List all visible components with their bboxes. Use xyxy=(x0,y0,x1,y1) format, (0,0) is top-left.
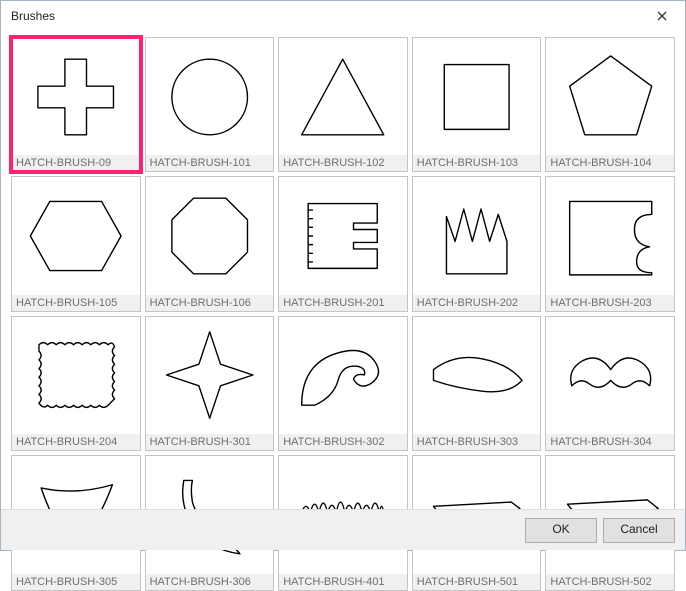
swirl-icon xyxy=(284,321,401,429)
brush-item[interactable]: HATCH-BRUSH-303 xyxy=(412,316,542,451)
grass-icon xyxy=(418,182,535,290)
brush-thumb xyxy=(413,38,541,155)
brush-label: HATCH-BRUSH-306 xyxy=(146,574,274,590)
cancel-button[interactable]: Cancel xyxy=(603,518,675,543)
brush-label: HATCH-BRUSH-101 xyxy=(146,155,274,171)
octagon-icon xyxy=(151,182,268,290)
hexagon-icon xyxy=(17,182,134,290)
brush-item[interactable]: HATCH-BRUSH-106 xyxy=(145,176,275,311)
bite-icon xyxy=(552,182,669,290)
brush-label: HATCH-BRUSH-105 xyxy=(12,295,140,311)
brush-label: HATCH-BRUSH-304 xyxy=(546,434,674,450)
brush-item[interactable]: HATCH-BRUSH-09 xyxy=(11,37,141,172)
brush-item[interactable]: HATCH-BRUSH-104 xyxy=(545,37,675,172)
brush-thumb xyxy=(279,177,407,294)
brush-label: HATCH-BRUSH-202 xyxy=(413,295,541,311)
titlebar: Brushes xyxy=(1,1,685,31)
ok-button[interactable]: OK xyxy=(525,518,597,543)
brush-label: HATCH-BRUSH-103 xyxy=(413,155,541,171)
star4-icon xyxy=(151,321,268,429)
smear-icon xyxy=(418,321,535,429)
brush-thumb xyxy=(413,177,541,294)
brush-item[interactable]: HATCH-BRUSH-101 xyxy=(145,37,275,172)
brush-label: HATCH-BRUSH-302 xyxy=(279,434,407,450)
brush-thumb xyxy=(546,317,674,434)
brush-thumb xyxy=(546,38,674,155)
brush-grid: HATCH-BRUSH-09 HATCH-BRUSH-101 HATCH-BRUSH… xyxy=(11,37,675,506)
stamp-icon xyxy=(17,321,134,429)
brush-thumb xyxy=(146,177,274,294)
brush-label: HATCH-BRUSH-501 xyxy=(413,574,541,590)
brush-item[interactable]: HATCH-BRUSH-204 xyxy=(11,316,141,451)
brush-thumb xyxy=(146,317,274,434)
brush-thumb xyxy=(12,38,140,155)
brush-label: HATCH-BRUSH-502 xyxy=(546,574,674,590)
brush-item[interactable]: HATCH-BRUSH-301 xyxy=(145,316,275,451)
square-icon xyxy=(418,43,535,151)
brush-label: HATCH-BRUSH-303 xyxy=(413,434,541,450)
brush-thumb xyxy=(413,317,541,434)
plus-icon xyxy=(17,43,134,151)
brush-label: HATCH-BRUSH-401 xyxy=(279,574,407,590)
brush-item[interactable]: HATCH-BRUSH-302 xyxy=(278,316,408,451)
brush-label: HATCH-BRUSH-104 xyxy=(546,155,674,171)
dialog-footer: OK Cancel xyxy=(1,509,685,550)
brush-item[interactable]: HATCH-BRUSH-102 xyxy=(278,37,408,172)
circle-icon xyxy=(151,43,268,151)
brush-item[interactable]: HATCH-BRUSH-203 xyxy=(545,176,675,311)
brush-label: HATCH-BRUSH-201 xyxy=(279,295,407,311)
brush-label: HATCH-BRUSH-301 xyxy=(146,434,274,450)
brush-thumb xyxy=(279,38,407,155)
triangle-icon xyxy=(284,43,401,151)
brush-thumb xyxy=(546,177,674,294)
brush-item[interactable]: HATCH-BRUSH-202 xyxy=(412,176,542,311)
pentagon-icon xyxy=(552,43,669,151)
brush-label: HATCH-BRUSH-09 xyxy=(12,155,140,171)
close-icon xyxy=(657,11,667,21)
brush-thumb xyxy=(12,177,140,294)
brush-label: HATCH-BRUSH-203 xyxy=(546,295,674,311)
brush-item[interactable]: HATCH-BRUSH-304 xyxy=(545,316,675,451)
brush-item[interactable]: HATCH-BRUSH-201 xyxy=(278,176,408,311)
brush-label: HATCH-BRUSH-305 xyxy=(12,574,140,590)
brush-label: HATCH-BRUSH-102 xyxy=(279,155,407,171)
ticket-icon xyxy=(284,182,401,290)
moustache-icon xyxy=(552,321,669,429)
brush-thumb xyxy=(146,38,274,155)
brush-label: HATCH-BRUSH-204 xyxy=(12,434,140,450)
brush-item[interactable]: HATCH-BRUSH-105 xyxy=(11,176,141,311)
close-button[interactable] xyxy=(639,1,685,31)
brush-item[interactable]: HATCH-BRUSH-103 xyxy=(412,37,542,172)
brush-label: HATCH-BRUSH-106 xyxy=(146,295,274,311)
window-title: Brushes xyxy=(11,9,55,23)
brush-thumb xyxy=(279,317,407,434)
brushes-dialog: Brushes HATCH-BRUSH-09HATCH-BRUSH-101HAT… xyxy=(0,0,686,551)
brush-thumb xyxy=(12,317,140,434)
